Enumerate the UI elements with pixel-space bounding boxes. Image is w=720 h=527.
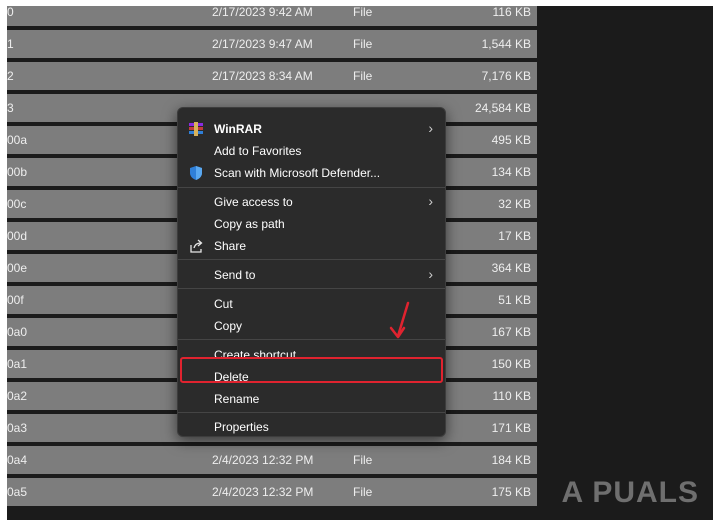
- menu-item-winrar[interactable]: WinRAR ›: [178, 118, 445, 140]
- winrar-icon: [188, 121, 204, 137]
- file-name-cell: 0a5: [7, 485, 28, 499]
- menu-item-copy-as-path[interactable]: Copy as path: [178, 213, 445, 235]
- menu-item-label: Send to: [214, 268, 256, 282]
- file-type-cell: File: [353, 69, 373, 83]
- file-name-cell: 1: [7, 37, 14, 51]
- file-name-cell: 0a0: [7, 325, 28, 339]
- watermark: A PUALS: [561, 476, 699, 509]
- table-row[interactable]: 0a5 2/4/2023 12:32 PM File 175 KB: [7, 478, 537, 506]
- file-size-cell: 110 KB: [492, 389, 531, 403]
- menu-item-label: Rename: [214, 392, 260, 406]
- date-modified-cell: 2/4/2023 12:32 PM: [212, 485, 314, 499]
- date-modified-cell: 2/4/2023 12:32 PM: [212, 453, 314, 467]
- file-size-cell: 32 KB: [498, 197, 531, 211]
- file-size-cell: 364 KB: [491, 261, 531, 275]
- menu-item-label: Add to Favorites: [214, 144, 302, 158]
- file-name-cell: 0a3: [7, 421, 28, 435]
- menu-item-send-to[interactable]: Send to ›: [178, 264, 445, 286]
- menu-item-label: Copy: [214, 319, 243, 333]
- date-modified-cell: 2/17/2023 9:42 AM: [212, 6, 313, 19]
- menu-item-label: WinRAR: [214, 122, 262, 136]
- file-name-cell: 0a4: [7, 453, 28, 467]
- share-icon: [188, 238, 204, 254]
- file-type-cell: File: [353, 485, 373, 499]
- file-name-cell: 00c: [7, 197, 27, 211]
- file-size-cell: 1,544 KB: [481, 37, 531, 51]
- menu-item-label: Give access to: [214, 195, 293, 209]
- file-name-cell: 00a: [7, 133, 28, 147]
- menu-separator: [178, 412, 445, 413]
- menu-item-add-to-favorites[interactable]: Add to Favorites: [178, 140, 445, 162]
- menu-item-scan-defender[interactable]: Scan with Microsoft Defender...: [178, 162, 445, 184]
- file-name-cell: 00e: [7, 261, 28, 275]
- file-name-cell: 00d: [7, 229, 28, 243]
- table-row[interactable]: 0 2/17/2023 9:42 AM File 116 KB: [7, 6, 537, 26]
- menu-separator: [178, 259, 445, 260]
- menu-item-share[interactable]: Share: [178, 235, 445, 257]
- chevron-right-icon: ›: [428, 266, 433, 282]
- file-type-cell: File: [353, 6, 373, 19]
- file-size-cell: 171 KB: [491, 421, 531, 435]
- menu-item-properties[interactable]: Properties: [178, 416, 445, 438]
- menu-item-rename[interactable]: Rename: [178, 388, 445, 410]
- file-name-cell: 0a1: [7, 357, 28, 371]
- file-size-cell: 17 KB: [498, 229, 531, 243]
- date-modified-cell: 2/17/2023 8:34 AM: [212, 69, 313, 83]
- file-name-cell: 2: [7, 69, 14, 83]
- file-size-cell: 7,176 KB: [481, 69, 531, 83]
- file-name-cell: 0a2: [7, 389, 28, 403]
- menu-item-label: Share: [214, 239, 247, 253]
- chevron-right-icon: ›: [428, 120, 433, 136]
- file-name-cell: 00f: [7, 293, 24, 307]
- file-size-cell: 134 KB: [491, 165, 531, 179]
- menu-separator: [178, 288, 445, 289]
- table-row[interactable]: 1 2/17/2023 9:47 AM File 1,544 KB: [7, 30, 537, 58]
- menu-item-label: Properties: [214, 420, 269, 434]
- red-arrow-annotation: [389, 301, 410, 339]
- delete-highlight-box: [180, 357, 443, 383]
- context-menu: WinRAR › Add to Favorites Scan with Micr…: [177, 107, 446, 437]
- file-size-cell: 495 KB: [491, 133, 531, 147]
- table-row[interactable]: 2 2/17/2023 8:34 AM File 7,176 KB: [7, 62, 537, 90]
- file-size-cell: 150 KB: [491, 357, 531, 371]
- file-size-cell: 184 KB: [491, 453, 531, 467]
- file-name-cell: 0: [7, 6, 14, 19]
- menu-item-label: Copy as path: [214, 217, 285, 231]
- chevron-right-icon: ›: [428, 193, 433, 209]
- menu-item-give-access[interactable]: Give access to ›: [178, 191, 445, 213]
- menu-item-label: Scan with Microsoft Defender...: [214, 166, 381, 180]
- menu-item-label: Cut: [214, 297, 233, 311]
- file-size-cell: 24,584 KB: [474, 101, 531, 115]
- file-size-cell: 51 KB: [498, 293, 531, 307]
- file-name-cell: 3: [7, 101, 14, 115]
- explorer-window: 0 2/17/2023 9:42 AM File 116 KB 1 2/17/2023 9…: [7, 6, 713, 520]
- date-modified-cell: 2/17/2023 9:47 AM: [212, 37, 313, 51]
- table-row[interactable]: 0a4 2/4/2023 12:32 PM File 184 KB: [7, 446, 537, 474]
- file-size-cell: 167 KB: [491, 325, 531, 339]
- file-name-cell: 00b: [7, 165, 28, 179]
- file-type-cell: File: [353, 453, 373, 467]
- file-type-cell: File: [353, 37, 373, 51]
- file-size-cell: 116 KB: [492, 6, 531, 19]
- menu-separator: [178, 187, 445, 188]
- defender-shield-icon: [188, 165, 204, 181]
- file-size-cell: 175 KB: [491, 485, 531, 499]
